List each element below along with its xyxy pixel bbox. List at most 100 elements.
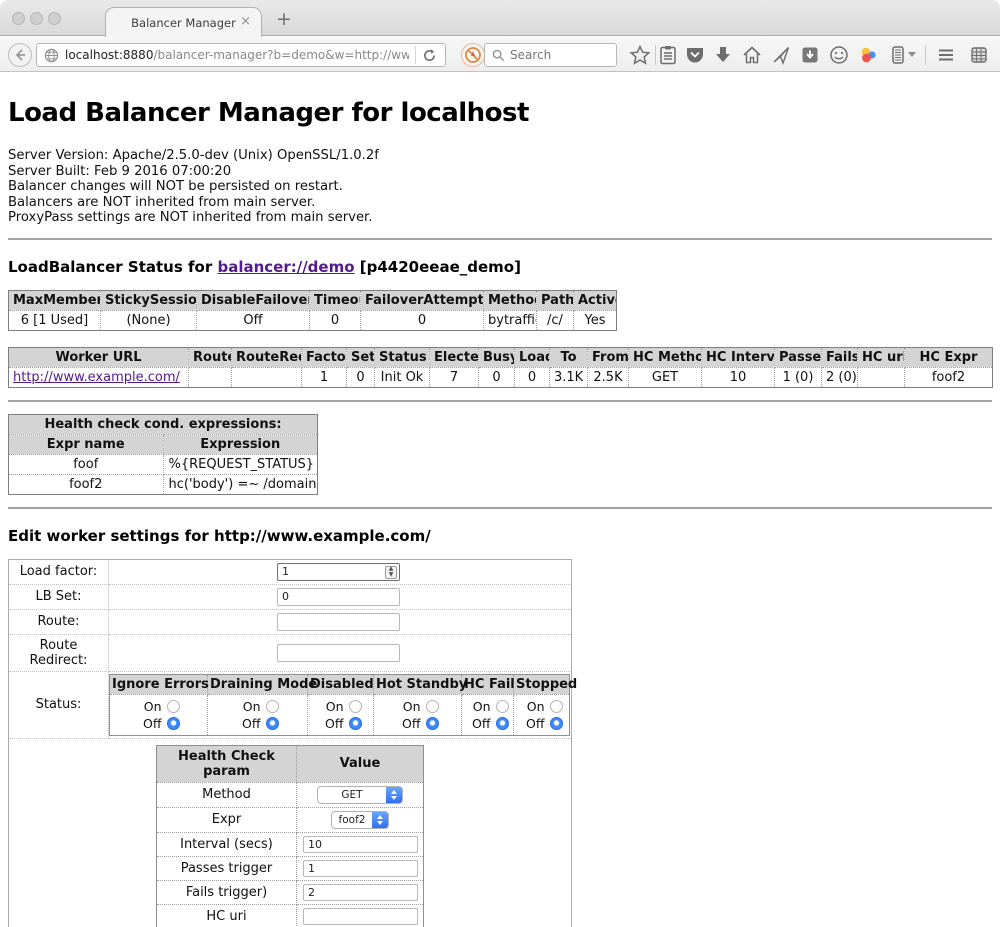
status-table: Ignore Errors Draining Mode Disabled Hot… xyxy=(109,674,570,736)
hc-uri-input[interactable] xyxy=(303,908,418,925)
status-cell-disabled: On Off xyxy=(308,694,374,735)
cell-expr-name: foof2 xyxy=(9,474,164,494)
number-stepper-icon[interactable]: ▲▼ xyxy=(385,566,397,579)
field-label: Load factor: xyxy=(9,559,109,584)
balancer-link[interactable]: balancer://demo xyxy=(217,258,354,276)
status-cell-hot-standby: On Off xyxy=(374,694,462,735)
hot-standby-off-radio[interactable] xyxy=(426,717,439,730)
blocker-extension-button[interactable] xyxy=(461,43,485,67)
header-cell: Ignore Errors xyxy=(110,674,208,694)
passes-input[interactable] xyxy=(303,860,418,877)
hc-param-label: Interval (secs) xyxy=(157,832,297,856)
header-cell: Passes xyxy=(775,347,822,367)
browser-tab[interactable]: Balancer Manager × xyxy=(105,7,262,37)
table-row: 6 [1 Used] (None) Off 0 0 bytraffic /c/ … xyxy=(9,310,617,330)
fails-input[interactable] xyxy=(303,884,418,901)
new-tab-button[interactable]: + xyxy=(276,8,292,30)
send-icon[interactable] xyxy=(770,44,792,66)
cell-expr-name: foof xyxy=(9,454,164,474)
hc-fail-off-radio[interactable] xyxy=(496,717,509,730)
load-factor-input[interactable] xyxy=(277,563,400,581)
stopped-on-radio[interactable] xyxy=(550,700,563,713)
search-input[interactable] xyxy=(510,48,605,62)
health-check-table: Health Check param Value Method GET Expr xyxy=(156,745,424,927)
ignore-errors-off-radio[interactable] xyxy=(167,717,180,730)
edit-worker-heading: Edit worker settings for http://www.exam… xyxy=(8,527,992,545)
stopped-off-radio[interactable] xyxy=(550,717,563,730)
header-cell: To xyxy=(550,347,588,367)
lb-set-input[interactable] xyxy=(277,588,400,606)
ignore-errors-on-radio[interactable] xyxy=(167,700,180,713)
back-button[interactable] xyxy=(8,43,32,67)
window-minimize-button[interactable] xyxy=(30,12,43,25)
balancer-status-heading: LoadBalancer Status for balancer://demo … xyxy=(8,258,992,276)
cell-factor: 1 xyxy=(302,367,347,387)
cell-active: Yes xyxy=(574,310,617,330)
save-square-icon[interactable] xyxy=(799,44,821,66)
divider xyxy=(8,507,992,509)
tab-close-icon[interactable]: × xyxy=(240,15,251,29)
cell-hc-method: GET xyxy=(629,367,702,387)
status-cell-hc-fail: On Off xyxy=(462,694,514,735)
url-bar[interactable]: localhost:8880/balancer-manager?b=demo&w… xyxy=(36,43,446,67)
container-icon[interactable] xyxy=(887,44,909,66)
disabled-on-radio[interactable] xyxy=(349,700,362,713)
radio-label: On xyxy=(237,699,261,714)
pocket-icon[interactable] xyxy=(684,44,706,66)
grid-icon[interactable] xyxy=(968,44,990,66)
route-redirect-input[interactable] xyxy=(277,644,400,662)
hc-param-label: Passes trigger xyxy=(157,856,297,880)
draining-mode-on-radio[interactable] xyxy=(266,700,279,713)
window-close-button[interactable] xyxy=(12,12,25,25)
worker-url-link[interactable]: http://www.example.com/ xyxy=(13,370,180,385)
cell-set: 0 xyxy=(347,367,375,387)
window-zoom-button[interactable] xyxy=(48,12,61,25)
toolbar-divider xyxy=(655,45,656,65)
page-title: Load Balancer Manager for localhost xyxy=(8,98,992,128)
page-content: Load Balancer Manager for localhost Serv… xyxy=(0,72,1000,927)
url-text[interactable]: localhost:8880/balancer-manager?b=demo&w… xyxy=(65,48,409,62)
expr-select[interactable]: foof2 xyxy=(331,811,389,829)
header-cell: Worker URL xyxy=(9,347,189,367)
form-row-load-factor: Load factor: ▲▼ xyxy=(9,559,572,584)
route-input[interactable] xyxy=(277,613,400,631)
blocker-icon xyxy=(464,46,482,64)
table-header-row: Ignore Errors Draining Mode Disabled Hot… xyxy=(110,674,570,694)
bookmark-star-icon[interactable] xyxy=(629,44,651,66)
urlbar-divider xyxy=(415,46,416,64)
cell-worker-url: http://www.example.com/ xyxy=(9,367,189,387)
download-icon[interactable] xyxy=(712,44,734,66)
hc-row-uri: HC uri xyxy=(157,904,424,927)
chevron-down-icon[interactable] xyxy=(908,52,916,57)
load-factor-stepper[interactable]: ▲▼ xyxy=(277,563,400,581)
interval-input[interactable] xyxy=(303,836,418,853)
cell-expression: hc('body') =~ /domain is established/ xyxy=(163,474,318,494)
radio-label: Off xyxy=(521,716,545,731)
cell-routeredir xyxy=(232,367,302,387)
hc-fail-on-radio[interactable] xyxy=(496,700,509,713)
header-cell: Hot Standby xyxy=(374,674,462,694)
header-cell: HC Expr xyxy=(905,347,993,367)
disabled-off-radio[interactable] xyxy=(349,717,362,730)
header-cell: HC Method xyxy=(629,347,702,367)
reading-list-icon[interactable] xyxy=(657,44,679,66)
reload-icon[interactable] xyxy=(422,48,437,63)
table-title-row: Health check cond. expressions: xyxy=(9,414,318,434)
hot-standby-on-radio[interactable] xyxy=(426,700,439,713)
method-select-value: GET xyxy=(318,787,386,803)
colored-dots-icon[interactable] xyxy=(857,44,879,66)
cell-to: 3.1K xyxy=(550,367,588,387)
header-cell: Timeout xyxy=(310,290,361,310)
menu-icon[interactable] xyxy=(935,44,957,66)
header-cell: Draining Mode xyxy=(208,674,308,694)
search-box[interactable] xyxy=(484,43,617,67)
header-cell: FailoverAttempts xyxy=(361,290,484,310)
draining-mode-off-radio[interactable] xyxy=(266,717,279,730)
feedback-smiley-icon[interactable] xyxy=(828,44,850,66)
edit-worker-form: Load factor: ▲▼ LB Set: Route: Route Red… xyxy=(8,559,572,927)
home-icon[interactable] xyxy=(741,44,763,66)
select-arrows-icon xyxy=(372,812,388,828)
method-select[interactable]: GET xyxy=(317,786,403,804)
form-row-route: Route: xyxy=(9,609,572,634)
radio-label: On xyxy=(138,699,162,714)
